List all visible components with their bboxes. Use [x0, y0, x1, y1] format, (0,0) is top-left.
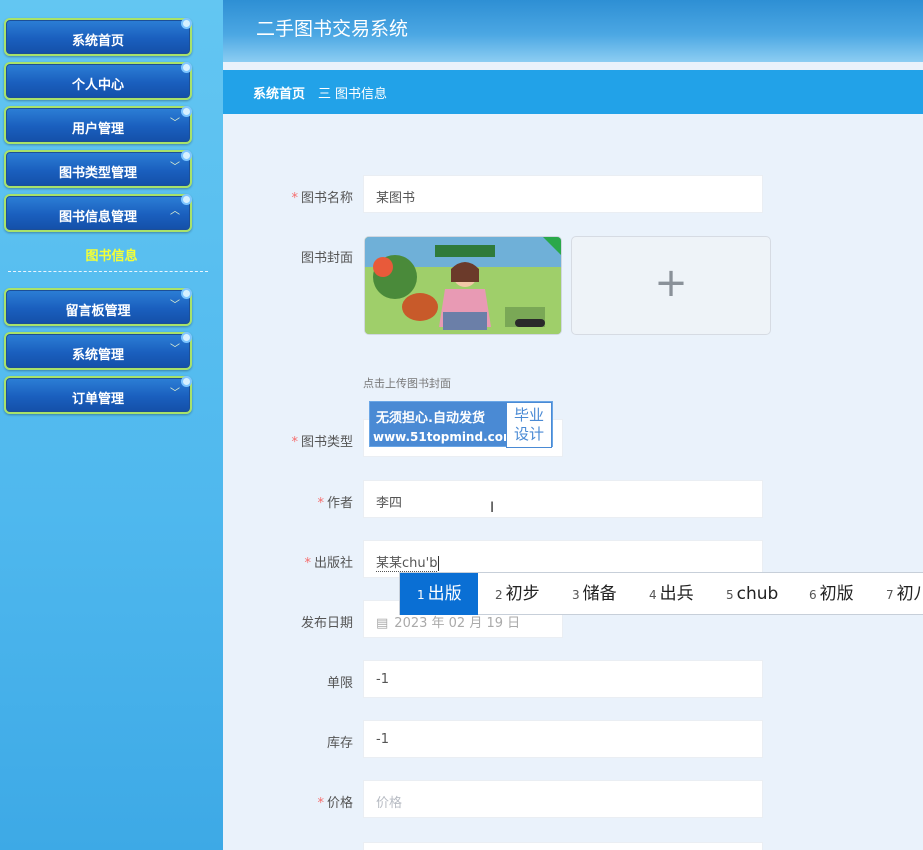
- knob-icon: [181, 194, 192, 205]
- limit-label: 单限: [326, 676, 353, 691]
- knob-icon: [181, 150, 192, 161]
- breadcrumb: 系统首页 三 图书信息: [223, 70, 923, 114]
- watermark-box: 毕业设计: [506, 402, 552, 448]
- next-field-input[interactable]: [363, 842, 763, 850]
- menu-item-user-management[interactable]: 用户管理 ﹀: [4, 106, 192, 144]
- chevron-down-icon: ﹀: [170, 344, 180, 355]
- author-label: * 作者: [317, 496, 353, 511]
- ime-candidate[interactable]: 6 初版: [809, 573, 854, 615]
- book-type-label: * 图书类型: [291, 435, 353, 450]
- cover-upload-hint: 点击上传图书封面: [363, 377, 451, 390]
- breadcrumb-home[interactable]: 系统首页: [253, 83, 305, 102]
- knob-icon: [181, 62, 192, 73]
- breadcrumb-separator: 三: [318, 87, 332, 102]
- menu-item-system-management[interactable]: 系统管理 ﹀: [4, 332, 192, 370]
- divider: [8, 271, 208, 272]
- ime-candidate[interactable]: 1 出版: [400, 573, 478, 615]
- menu-item-label: 用户管理: [71, 122, 124, 137]
- text-cursor-icon: I: [490, 500, 495, 516]
- calendar-icon: ▤: [376, 616, 389, 631]
- menu-item-label: 系统管理: [71, 348, 124, 363]
- watermark-line1: 无须担心.自动发货: [376, 411, 485, 426]
- knob-icon: [181, 18, 192, 29]
- menu-item-book-type-management[interactable]: 图书类型管理 ﹀: [4, 150, 192, 188]
- ime-candidate[interactable]: 7 初八: [886, 573, 923, 615]
- breadcrumb-current: 图书信息: [335, 87, 388, 102]
- book-cover-label: 图书封面: [300, 251, 353, 266]
- book-name-input[interactable]: 某图书: [363, 175, 763, 213]
- stock-input[interactable]: -1: [363, 720, 763, 758]
- knob-icon: [181, 106, 192, 117]
- watermark-badge: 无须担心.自动发货 www.51topmind.com 毕业设计: [369, 401, 553, 448]
- knob-icon: [181, 332, 192, 343]
- limit-input[interactable]: -1: [363, 660, 763, 698]
- publisher-label: * 出版社: [304, 556, 353, 571]
- stock-label: 库存: [326, 736, 353, 751]
- ime-candidate[interactable]: 4 出兵: [649, 573, 694, 615]
- watermark-line2: www.51topmind.com: [373, 430, 516, 444]
- book-cover-illustration: [365, 237, 561, 334]
- book-form: * 图书名称 某图书 图书封面 + 点击上传图书封面 * 图书类型 无须担心.自动发…: [223, 114, 923, 850]
- chevron-up-icon: ︿: [170, 206, 180, 217]
- menu-item-message-board[interactable]: 留言板管理 ﹀: [4, 288, 192, 326]
- menu-item-label: 留言板管理: [65, 304, 131, 319]
- author-input[interactable]: 李四: [363, 480, 763, 518]
- chevron-down-icon: ﹀: [170, 118, 180, 129]
- menu-item-label: 图书类型管理: [58, 166, 137, 181]
- cover-upload-button[interactable]: +: [571, 236, 771, 335]
- menu-item-home[interactable]: 系统首页: [4, 18, 192, 56]
- ime-candidate[interactable]: 3 储备: [572, 573, 617, 615]
- header: 二手图书交易系统: [223, 0, 923, 62]
- publish-date-label: 发布日期: [300, 616, 353, 631]
- menu-item-book-info-management[interactable]: 图书信息管理 ︿: [4, 194, 192, 232]
- price-input[interactable]: 价格: [363, 780, 763, 818]
- menu-item-personal-center[interactable]: 个人中心: [4, 62, 192, 100]
- knob-icon: [181, 376, 192, 387]
- chevron-down-icon: ﹀: [170, 388, 180, 399]
- menu-item-order-management[interactable]: 订单管理 ﹀: [4, 376, 192, 414]
- menu-item-label: 系统首页: [71, 34, 124, 49]
- book-name-label: * 图书名称: [291, 191, 353, 206]
- menu-item-label: 订单管理: [71, 392, 124, 407]
- price-label: * 价格: [317, 796, 353, 811]
- menu-item-label: 个人中心: [71, 78, 124, 93]
- chevron-down-icon: ﹀: [170, 162, 180, 173]
- ime-candidate-bar: 1 出版 2 初步 3 储备 4 出兵 5 chub 6 初版 7 初八: [399, 572, 923, 615]
- ime-candidate[interactable]: 5 chub: [726, 573, 778, 615]
- sidebar: 系统首页 个人中心 用户管理 ﹀ 图书类型管理 ﹀ 图书信息管理 ︿ 图书信息 …: [0, 0, 223, 850]
- book-cover-image[interactable]: [364, 236, 562, 335]
- menu-item-label: 图书信息管理: [58, 210, 137, 225]
- chevron-down-icon: ﹀: [170, 300, 180, 311]
- app-title: 二手图书交易系统: [256, 18, 409, 40]
- plus-icon: +: [654, 260, 688, 306]
- ime-candidate[interactable]: 2 初步: [495, 573, 540, 615]
- submenu-item-book-info[interactable]: 图书信息: [0, 245, 223, 264]
- knob-icon: [181, 288, 192, 299]
